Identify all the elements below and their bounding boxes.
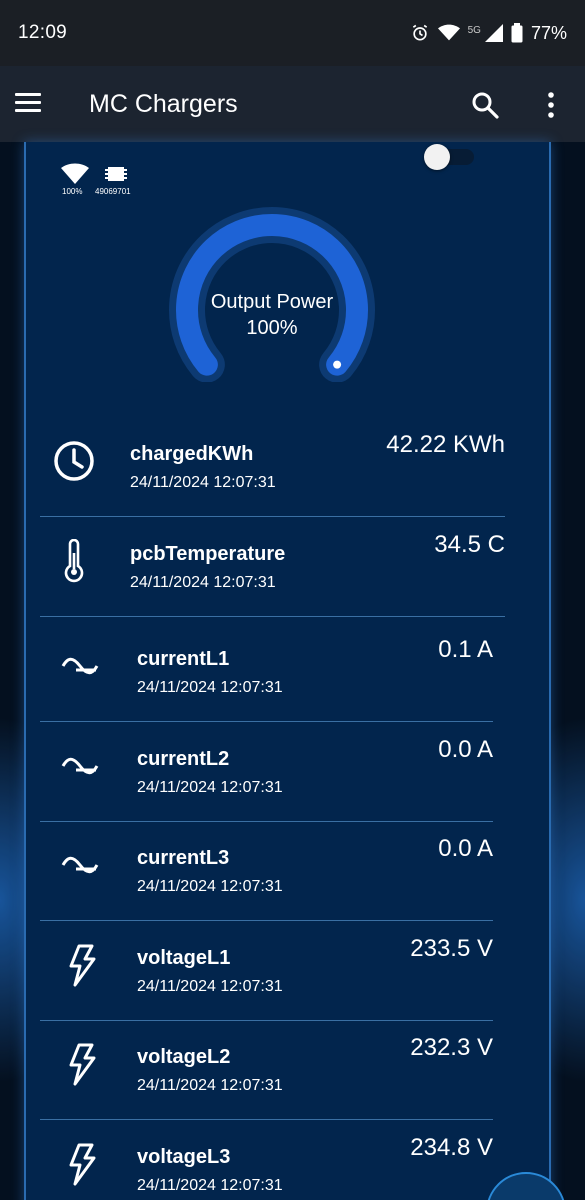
status-icons: 5G 77%	[410, 23, 567, 44]
toggle-thumb	[424, 144, 450, 170]
search-icon[interactable]	[470, 90, 500, 120]
reading-name: voltageL2	[137, 1046, 231, 1068]
reading-row-currentL2[interactable]: currentL2 24/11/2024 12:07:31 0.0 A	[40, 722, 493, 822]
wifi-status-icon	[437, 24, 460, 41]
reading-name: currentL3	[137, 847, 230, 869]
reading-name: pcbTemperature	[130, 543, 286, 565]
reading-timestamp: 24/11/2024 12:07:31	[137, 978, 283, 995]
reading-value: 0.0 A	[438, 835, 493, 862]
reading-timestamp: 24/11/2024 12:07:31	[130, 574, 276, 591]
network-type: 5G	[467, 24, 481, 36]
status-time: 12:09	[18, 22, 68, 43]
reading-value: 0.0 A	[438, 736, 493, 763]
reading-timestamp: 24/11/2024 12:07:31	[137, 1177, 283, 1194]
reading-timestamp: 24/11/2024 12:07:31	[137, 779, 283, 796]
page-title: MC Chargers	[89, 90, 238, 118]
status-bar: 12:09 5G 77%	[0, 0, 585, 66]
gauge-label: Output Power 100%	[160, 289, 384, 341]
reading-row-voltageL2[interactable]: voltageL2 24/11/2024 12:07:31 232.3 V	[40, 1020, 493, 1120]
reading-value: 34.5 C	[434, 531, 505, 558]
reading-row-chargedKWh[interactable]: chargedKWh 24/11/2024 12:07:31 42.22 KWh	[40, 417, 505, 517]
reading-timestamp: 24/11/2024 12:07:31	[130, 474, 276, 491]
gauge-title: Output Power	[210, 291, 334, 313]
lightning-icon	[58, 943, 102, 987]
lightning-icon	[58, 1142, 102, 1186]
reading-row-pcbTemperature[interactable]: pcbTemperature 24/11/2024 12:07:31 34.5 C	[40, 517, 505, 617]
reading-value: 42.22 KWh	[386, 431, 505, 458]
wifi-signal-icon	[61, 163, 89, 184]
reading-name: chargedKWh	[130, 443, 254, 465]
gauge-knob	[333, 360, 342, 369]
reading-timestamp: 24/11/2024 12:07:31	[137, 679, 283, 696]
wifi-signal-value: 100%	[62, 187, 83, 196]
chip-icon	[105, 167, 127, 181]
reading-name: voltageL1	[137, 947, 231, 969]
enable-toggle[interactable]	[424, 144, 476, 170]
sine-wave-icon	[58, 644, 102, 688]
reading-value: 0.1 A	[438, 636, 493, 663]
thermometer-icon	[52, 538, 96, 583]
lightning-icon	[58, 1042, 102, 1086]
more-vert-icon[interactable]	[540, 90, 562, 120]
cell-signal-icon	[484, 24, 503, 42]
sine-wave-icon	[58, 744, 102, 788]
reading-value: 233.5 V	[410, 935, 493, 962]
reading-name: voltageL3	[137, 1146, 231, 1168]
gauge-value: 100%	[246, 317, 298, 339]
reading-name: currentL2	[137, 748, 230, 770]
reading-name: currentL1	[137, 648, 230, 670]
reading-timestamp: 24/11/2024 12:07:31	[137, 878, 283, 895]
reading-value: 234.8 V	[410, 1134, 493, 1161]
menu-icon[interactable]	[15, 93, 41, 113]
sine-wave-icon	[58, 843, 102, 887]
alarm-icon	[412, 24, 427, 41]
device-id: 49069701	[95, 187, 131, 196]
clock-icon	[52, 439, 96, 483]
app-bar: MC Chargers	[0, 66, 585, 142]
reading-row-voltageL1[interactable]: voltageL1 24/11/2024 12:07:31 233.5 V	[40, 921, 493, 1021]
reading-row-currentL3[interactable]: currentL3 24/11/2024 12:07:31 0.0 A	[40, 821, 493, 921]
battery-percent: 77%	[530, 22, 567, 43]
reading-timestamp: 24/11/2024 12:07:31	[137, 1077, 283, 1094]
reading-row-currentL1[interactable]: currentL1 24/11/2024 12:07:31 0.1 A	[40, 622, 493, 722]
reading-value: 232.3 V	[410, 1034, 493, 1061]
battery-icon	[511, 23, 523, 43]
reading-row-voltageL3[interactable]: voltageL3 24/11/2024 12:07:31 234.8 V	[40, 1120, 493, 1200]
